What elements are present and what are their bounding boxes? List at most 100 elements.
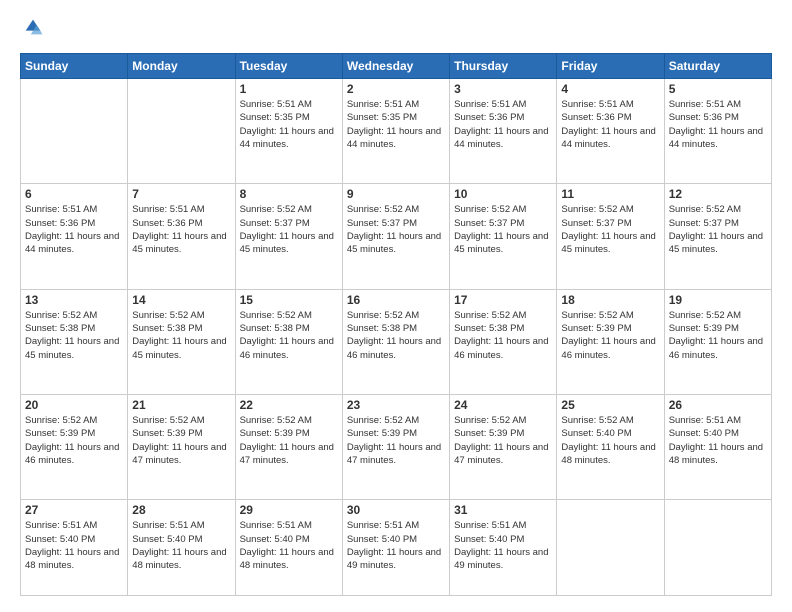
day-number: 11 [561, 187, 659, 201]
calendar-cell: 22 Sunrise: 5:52 AM Sunset: 5:39 PM Dayli… [235, 394, 342, 499]
day-number: 27 [25, 503, 123, 517]
day-info: Sunrise: 5:52 AM Sunset: 5:38 PM Dayligh… [454, 309, 552, 362]
calendar-cell: 2 Sunrise: 5:51 AM Sunset: 5:35 PM Daylig… [342, 79, 449, 184]
day-info: Sunrise: 5:51 AM Sunset: 5:35 PM Dayligh… [240, 98, 338, 151]
calendar-cell: 23 Sunrise: 5:52 AM Sunset: 5:39 PM Dayli… [342, 394, 449, 499]
day-number: 4 [561, 82, 659, 96]
calendar-cell: 27 Sunrise: 5:51 AM Sunset: 5:40 PM Dayli… [21, 500, 128, 596]
day-number: 13 [25, 293, 123, 307]
calendar-week-row-1: 6 Sunrise: 5:51 AM Sunset: 5:36 PM Daylig… [21, 184, 772, 289]
day-info: Sunrise: 5:52 AM Sunset: 5:39 PM Dayligh… [25, 414, 123, 467]
calendar-cell: 29Sunrise: 5:51 AM Sunset: 5:40 PM Dayli… [235, 500, 342, 596]
calendar-cell: 9Sunrise: 5:52 AM Sunset: 5:37 PM Daylig… [342, 184, 449, 289]
day-number: 18 [561, 293, 659, 307]
calendar-cell: 8 Sunrise: 5:52 AM Sunset: 5:37 PM Daylig… [235, 184, 342, 289]
day-info: Sunrise: 5:52 AM Sunset: 5:38 PM Dayligh… [25, 309, 123, 362]
day-info: Sunrise: 5:52 AM Sunset: 5:40 PM Dayligh… [561, 414, 659, 467]
day-info: Sunrise: 5:51 AM Sunset: 5:40 PM Dayligh… [132, 519, 230, 572]
day-number: 30 [347, 503, 445, 517]
day-info: Sunrise: 5:51 AM Sunset: 5:36 PM Dayligh… [561, 98, 659, 151]
day-info: Sunrise: 5:52 AM Sunset: 5:39 PM Dayligh… [347, 414, 445, 467]
calendar-header-thursday: Thursday [450, 54, 557, 79]
calendar-cell: 4 Sunrise: 5:51 AM Sunset: 5:36 PM Daylig… [557, 79, 664, 184]
day-number: 23 [347, 398, 445, 412]
day-number: 7 [132, 187, 230, 201]
calendar-cell: 24 Sunrise: 5:52 AM Sunset: 5:39 PM Dayli… [450, 394, 557, 499]
day-number: 8 [240, 187, 338, 201]
calendar-cell: 1Sunrise: 5:51 AM Sunset: 5:35 PM Daylig… [235, 79, 342, 184]
day-info: Sunrise: 5:52 AM Sunset: 5:38 PM Dayligh… [240, 309, 338, 362]
calendar-header-row: SundayMondayTuesdayWednesdayThursdayFrid… [21, 54, 772, 79]
day-info: Sunrise: 5:52 AM Sunset: 5:39 PM Dayligh… [454, 414, 552, 467]
day-number: 28 [132, 503, 230, 517]
calendar-cell: 3 Sunrise: 5:51 AM Sunset: 5:36 PM Daylig… [450, 79, 557, 184]
day-number: 31 [454, 503, 552, 517]
day-info: Sunrise: 5:51 AM Sunset: 5:40 PM Dayligh… [25, 519, 123, 572]
day-info: Sunrise: 5:52 AM Sunset: 5:37 PM Dayligh… [669, 203, 767, 256]
calendar-cell [557, 500, 664, 596]
day-info: Sunrise: 5:52 AM Sunset: 5:37 PM Dayligh… [454, 203, 552, 256]
calendar-cell: 21 Sunrise: 5:52 AM Sunset: 5:39 PM Dayli… [128, 394, 235, 499]
calendar-cell: 7 Sunrise: 5:51 AM Sunset: 5:36 PM Daylig… [128, 184, 235, 289]
day-number: 17 [454, 293, 552, 307]
logo-icon [22, 16, 44, 38]
day-info: Sunrise: 5:52 AM Sunset: 5:37 PM Dayligh… [347, 203, 445, 256]
calendar-cell: 25 Sunrise: 5:52 AM Sunset: 5:40 PM Dayli… [557, 394, 664, 499]
day-info: Sunrise: 5:51 AM Sunset: 5:36 PM Dayligh… [454, 98, 552, 151]
day-info: Sunrise: 5:52 AM Sunset: 5:39 PM Dayligh… [132, 414, 230, 467]
calendar-week-row-4: 27 Sunrise: 5:51 AM Sunset: 5:40 PM Dayli… [21, 500, 772, 596]
day-info: Sunrise: 5:52 AM Sunset: 5:38 PM Dayligh… [347, 309, 445, 362]
day-info: Sunrise: 5:51 AM Sunset: 5:40 PM Dayligh… [669, 414, 767, 467]
day-number: 22 [240, 398, 338, 412]
calendar-cell: 13 Sunrise: 5:52 AM Sunset: 5:38 PM Dayli… [21, 289, 128, 394]
calendar-header-friday: Friday [557, 54, 664, 79]
day-number: 2 [347, 82, 445, 96]
day-number: 25 [561, 398, 659, 412]
day-info: Sunrise: 5:51 AM Sunset: 5:36 PM Dayligh… [132, 203, 230, 256]
calendar-cell: 31 Sunrise: 5:51 AM Sunset: 5:40 PM Dayli… [450, 500, 557, 596]
calendar-header-sunday: Sunday [21, 54, 128, 79]
day-info: Sunrise: 5:52 AM Sunset: 5:39 PM Dayligh… [561, 309, 659, 362]
calendar-cell: 15 Sunrise: 5:52 AM Sunset: 5:38 PM Dayli… [235, 289, 342, 394]
day-number: 29 [240, 503, 338, 517]
calendar-header-wednesday: Wednesday [342, 54, 449, 79]
calendar-cell [21, 79, 128, 184]
day-info: Sunrise: 5:52 AM Sunset: 5:39 PM Dayligh… [240, 414, 338, 467]
day-info: Sunrise: 5:51 AM Sunset: 5:40 PM Dayligh… [347, 519, 445, 572]
day-number: 21 [132, 398, 230, 412]
day-info: Sunrise: 5:52 AM Sunset: 5:37 PM Dayligh… [240, 203, 338, 256]
calendar-cell: 17 Sunrise: 5:52 AM Sunset: 5:38 PM Dayli… [450, 289, 557, 394]
day-info: Sunrise: 5:51 AM Sunset: 5:36 PM Dayligh… [669, 98, 767, 151]
day-info: Sunrise: 5:51 AM Sunset: 5:35 PM Dayligh… [347, 98, 445, 151]
day-number: 24 [454, 398, 552, 412]
calendar-cell [664, 500, 771, 596]
calendar-cell: 19 Sunrise: 5:52 AM Sunset: 5:39 PM Dayli… [664, 289, 771, 394]
calendar-cell: 11Sunrise: 5:52 AM Sunset: 5:37 PM Dayli… [557, 184, 664, 289]
day-number: 15 [240, 293, 338, 307]
day-number: 5 [669, 82, 767, 96]
calendar-header-monday: Monday [128, 54, 235, 79]
header [20, 16, 772, 43]
day-number: 12 [669, 187, 767, 201]
day-info: Sunrise: 5:52 AM Sunset: 5:39 PM Dayligh… [669, 309, 767, 362]
day-number: 6 [25, 187, 123, 201]
day-info: Sunrise: 5:51 AM Sunset: 5:36 PM Dayligh… [25, 203, 123, 256]
day-number: 26 [669, 398, 767, 412]
calendar-cell: 28 Sunrise: 5:51 AM Sunset: 5:40 PM Dayli… [128, 500, 235, 596]
calendar-cell: 18 Sunrise: 5:52 AM Sunset: 5:39 PM Dayli… [557, 289, 664, 394]
calendar-header-saturday: Saturday [664, 54, 771, 79]
logo [20, 16, 44, 43]
day-number: 19 [669, 293, 767, 307]
calendar-cell: 5 Sunrise: 5:51 AM Sunset: 5:36 PM Daylig… [664, 79, 771, 184]
calendar-cell: 12 Sunrise: 5:52 AM Sunset: 5:37 PM Dayli… [664, 184, 771, 289]
calendar-week-row-2: 13 Sunrise: 5:52 AM Sunset: 5:38 PM Dayli… [21, 289, 772, 394]
day-number: 3 [454, 82, 552, 96]
day-info: Sunrise: 5:52 AM Sunset: 5:38 PM Dayligh… [132, 309, 230, 362]
day-number: 16 [347, 293, 445, 307]
page: SundayMondayTuesdayWednesdayThursdayFrid… [0, 0, 792, 612]
calendar-week-row-3: 20Sunrise: 5:52 AM Sunset: 5:39 PM Dayli… [21, 394, 772, 499]
day-number: 14 [132, 293, 230, 307]
calendar-cell: 14 Sunrise: 5:52 AM Sunset: 5:38 PM Dayli… [128, 289, 235, 394]
calendar-cell: 20Sunrise: 5:52 AM Sunset: 5:39 PM Dayli… [21, 394, 128, 499]
day-info: Sunrise: 5:51 AM Sunset: 5:40 PM Dayligh… [454, 519, 552, 572]
